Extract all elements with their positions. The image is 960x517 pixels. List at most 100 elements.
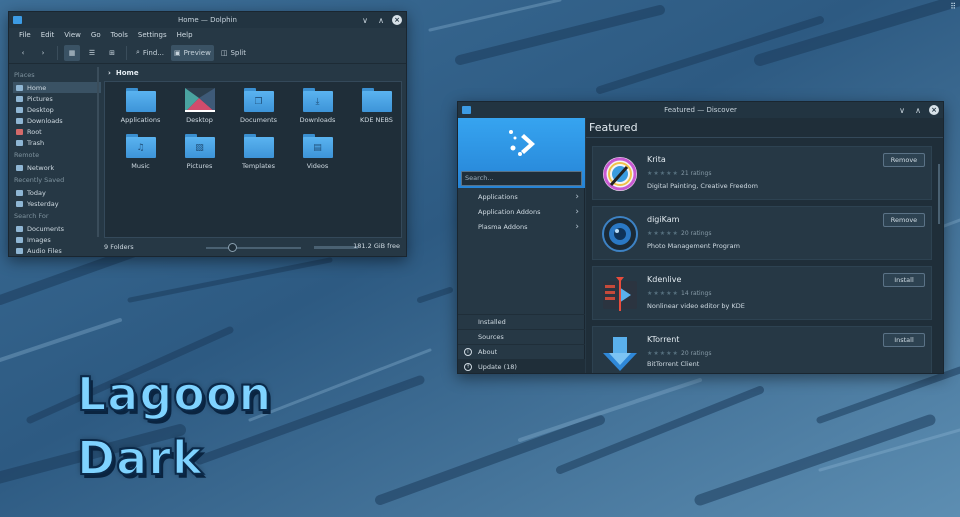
category-label: Applications bbox=[478, 193, 518, 201]
discover-logo-icon bbox=[509, 130, 535, 156]
maximize-icon[interactable]: ∧ bbox=[913, 104, 923, 116]
install-button[interactable]: Install bbox=[883, 333, 925, 347]
forward-button[interactable]: › bbox=[35, 45, 51, 61]
discover-window: Featured — Discover ∨ ∧ × Search... Appl… bbox=[457, 101, 944, 374]
app-card[interactable]: Krita ★★★★★ 21 ratings Digital Painting,… bbox=[592, 146, 932, 200]
place-label: Trash bbox=[27, 138, 45, 147]
search-input[interactable]: Search... bbox=[461, 171, 582, 186]
minimize-icon[interactable]: ∨ bbox=[897, 104, 907, 116]
menu-help[interactable]: Help bbox=[172, 28, 198, 42]
app-card[interactable]: KTorrent ★★★★★ 20 ratings BitTorrent Cli… bbox=[592, 326, 932, 373]
menu-view[interactable]: View bbox=[59, 28, 86, 42]
app-name: KTorrent bbox=[647, 335, 680, 344]
place-trash[interactable]: Trash bbox=[13, 137, 101, 148]
maximize-icon[interactable]: ∧ bbox=[376, 14, 386, 26]
discover-hero: Search... bbox=[458, 118, 585, 188]
audio-icon bbox=[16, 247, 23, 254]
folder-red-icon bbox=[16, 128, 23, 135]
place-root[interactable]: Root bbox=[13, 126, 101, 137]
update-icon: ↑ bbox=[464, 363, 472, 371]
folder-item[interactable]: ⤓ Downloads bbox=[288, 88, 347, 124]
folder-name: KDE NEBS bbox=[360, 116, 393, 124]
desktop-menu-icon[interactable]: ⠿ bbox=[950, 2, 956, 11]
folder-item[interactable]: Applications bbox=[111, 88, 170, 124]
search-documents[interactable]: Documents bbox=[13, 223, 101, 234]
close-icon[interactable]: × bbox=[392, 15, 402, 25]
app-name: Krita bbox=[647, 155, 666, 164]
menu-tools[interactable]: Tools bbox=[106, 28, 133, 42]
discover-content: Featured Krita ★★★★★ 21 ratings Digital … bbox=[586, 118, 943, 373]
folder-item[interactable]: ▧ Pictures bbox=[170, 134, 229, 170]
place-label: Root bbox=[27, 127, 42, 136]
install-button[interactable]: Install bbox=[883, 273, 925, 287]
remove-button[interactable]: Remove bbox=[883, 213, 925, 227]
free-space: 181.2 GiB free bbox=[353, 242, 400, 250]
category-plasma-addons[interactable]: Plasma Addons › bbox=[458, 220, 585, 235]
place-home[interactable]: Home bbox=[13, 82, 101, 93]
pictures-folder-icon: ▧ bbox=[184, 134, 215, 158]
folder-item[interactable]: KDE NEBS bbox=[347, 88, 406, 124]
split-button[interactable]: ◫ Split bbox=[218, 45, 249, 61]
folder-item[interactable]: ▤ Videos bbox=[288, 134, 347, 170]
back-icon: ‹ bbox=[21, 48, 25, 57]
close-icon[interactable]: × bbox=[929, 105, 939, 115]
folder-icon bbox=[125, 88, 156, 112]
place-downloads[interactable]: Downloads bbox=[13, 115, 101, 126]
content-scrollbar[interactable] bbox=[938, 164, 940, 224]
menu-settings[interactable]: Settings bbox=[133, 28, 172, 42]
zoom-slider-handle[interactable] bbox=[228, 243, 237, 252]
back-button[interactable]: ‹ bbox=[15, 45, 31, 61]
ktorrent-icon bbox=[603, 337, 637, 371]
category-applications[interactable]: Applications › bbox=[458, 190, 585, 205]
search-audio[interactable]: Audio Files bbox=[13, 245, 101, 256]
search-images[interactable]: Images bbox=[13, 234, 101, 245]
compact-view-button[interactable]: ⊞ bbox=[104, 45, 120, 61]
remove-button[interactable]: Remove bbox=[883, 153, 925, 167]
app-card[interactable]: Kdenlive ★★★★★ 14 ratings Nonlinear vide… bbox=[592, 266, 932, 320]
place-network[interactable]: Network bbox=[13, 162, 101, 173]
nav-sources[interactable]: Sources bbox=[458, 329, 585, 344]
nav-update[interactable]: ↑ Update (18) bbox=[458, 359, 585, 373]
category-application-addons[interactable]: Application Addons › bbox=[458, 205, 585, 220]
places-panel: Places Home Pictures Desktop Downloads R… bbox=[9, 65, 101, 256]
category-label: Plasma Addons bbox=[478, 223, 528, 231]
icons-view-button[interactable]: ▦ bbox=[64, 44, 80, 61]
search-icon: ⌕ bbox=[136, 48, 140, 56]
folder-item[interactable]: ♫ Music bbox=[111, 134, 170, 170]
place-desktop[interactable]: Desktop bbox=[13, 104, 101, 115]
nav-installed[interactable]: Installed bbox=[458, 314, 585, 329]
folder-item[interactable]: Templates bbox=[229, 134, 288, 170]
app-description: Digital Painting, Creative Freedom bbox=[647, 182, 758, 190]
discover-titlebar[interactable]: Featured — Discover ∨ ∧ × bbox=[458, 102, 943, 118]
dolphin-titlebar[interactable]: Home — Dolphin ∨ ∧ × bbox=[9, 12, 406, 28]
file-view[interactable]: Applications Desktop ❐ Documents ⤓ Downl… bbox=[104, 81, 402, 238]
zoom-slider-track[interactable] bbox=[206, 247, 301, 249]
rating-stars-icon: ★★★★★ bbox=[647, 350, 679, 357]
place-yesterday[interactable]: Yesterday bbox=[13, 198, 101, 209]
tree-icon: ⊞ bbox=[109, 48, 115, 57]
calendar-icon bbox=[16, 200, 23, 207]
place-today[interactable]: Today bbox=[13, 187, 101, 198]
app-card[interactable]: digiKam ★★★★★ 20 ratings Photo Managemen… bbox=[592, 206, 932, 260]
find-button[interactable]: ⌕ Find... bbox=[133, 45, 167, 61]
search-header: Search For bbox=[14, 212, 49, 220]
downloads-folder-icon: ⤓ bbox=[302, 88, 333, 112]
place-pictures[interactable]: Pictures bbox=[13, 93, 101, 104]
toolbar-separator bbox=[126, 45, 127, 60]
folder-name: Videos bbox=[306, 162, 329, 170]
breadcrumb-home[interactable]: Home bbox=[116, 69, 139, 77]
menu-file[interactable]: File bbox=[14, 28, 36, 42]
place-label: Network bbox=[27, 163, 55, 172]
folder-item[interactable]: Desktop bbox=[170, 88, 229, 124]
places-scrollbar[interactable] bbox=[97, 67, 99, 237]
folder-item[interactable]: ❐ Documents bbox=[229, 88, 288, 124]
menu-go[interactable]: Go bbox=[86, 28, 106, 42]
preview-button[interactable]: ▣ Preview bbox=[170, 44, 214, 61]
minimize-icon[interactable]: ∨ bbox=[360, 14, 370, 26]
details-view-button[interactable]: ☰ bbox=[84, 45, 100, 61]
folder-count: 9 Folders bbox=[104, 243, 134, 251]
trash-icon bbox=[16, 139, 23, 146]
forward-icon: › bbox=[41, 48, 45, 57]
menu-edit[interactable]: Edit bbox=[36, 28, 60, 42]
nav-about[interactable]: i About bbox=[458, 344, 585, 359]
